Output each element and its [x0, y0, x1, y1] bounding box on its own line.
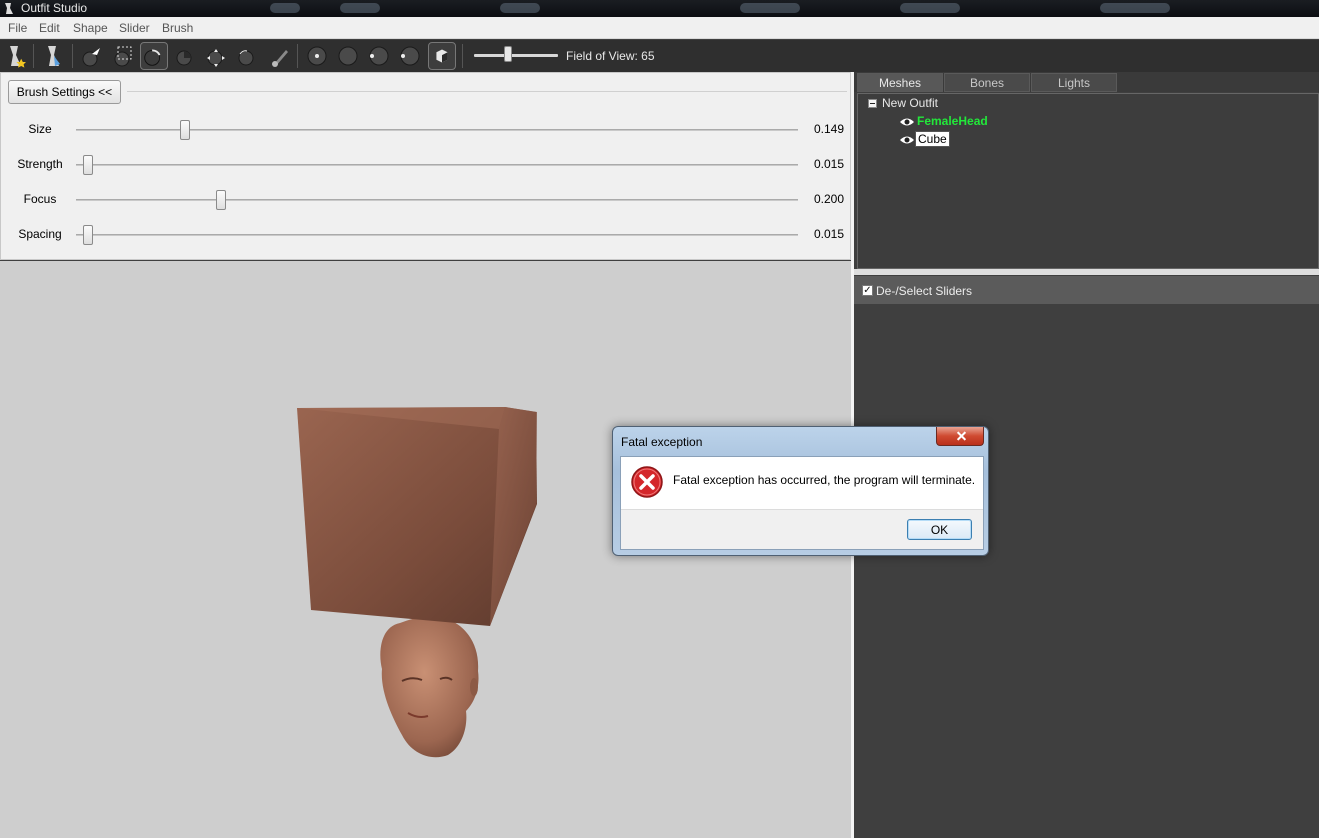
close-icon[interactable]	[936, 427, 984, 446]
fov-label: Field of View: 65	[566, 49, 655, 63]
wireframe-view-icon[interactable]	[365, 42, 393, 70]
menu-bar: File Edit Shape Slider Brush	[0, 17, 1319, 39]
textured-view-icon[interactable]	[428, 42, 456, 70]
select-sliders-checkbox[interactable]: ✓	[862, 285, 873, 296]
size-slider-row: Size 0.149	[1, 120, 850, 140]
smooth-brush-icon[interactable]	[233, 42, 261, 70]
strength-label: Strength	[17, 157, 63, 171]
dialog-title: Fatal exception	[621, 435, 703, 449]
app-icon	[5, 3, 13, 14]
spacing-slider-row: Spacing 0.015	[1, 225, 850, 245]
size-slider-thumb[interactable]	[179, 120, 190, 140]
new-project-icon[interactable]	[2, 42, 30, 70]
eye-icon[interactable]	[899, 134, 915, 146]
spacing-value: 0.015	[813, 227, 844, 241]
strength-slider-thumb[interactable]	[82, 155, 93, 175]
spacing-slider-track[interactable]	[76, 234, 798, 236]
weight-brush-icon[interactable]	[266, 42, 294, 70]
ok-button[interactable]: OK	[907, 519, 972, 540]
focus-slider-thumb[interactable]	[216, 190, 227, 210]
strength-value: 0.015	[813, 157, 844, 171]
tree-item-cube[interactable]: Cube	[915, 131, 950, 147]
tab-lights[interactable]: Lights	[1031, 73, 1117, 92]
tree-root-new-outfit[interactable]: New Outfit	[882, 96, 938, 110]
taskbar-glow	[740, 3, 800, 13]
fatal-exception-dialog: Fatal exception Fatal exception has occu…	[612, 426, 989, 556]
taskbar-glow	[270, 3, 300, 13]
mesh-tree: New Outfit FemaleHead Cube	[857, 93, 1319, 269]
deflate-brush-icon[interactable]	[171, 42, 199, 70]
menu-slider[interactable]: Slider	[119, 21, 150, 35]
menu-file[interactable]: File	[8, 21, 27, 35]
menu-shape[interactable]: Shape	[73, 21, 108, 35]
divider	[127, 91, 847, 92]
select-brush-icon[interactable]	[78, 42, 106, 70]
spacing-slider-thumb[interactable]	[82, 225, 93, 245]
collapse-toggle[interactable]	[868, 99, 877, 108]
cube-mesh	[297, 407, 537, 626]
title-bar: Outfit Studio	[0, 0, 1319, 17]
load-outfit-icon[interactable]	[40, 42, 68, 70]
taskbar-glow	[500, 3, 540, 13]
strength-slider-track[interactable]	[76, 164, 798, 166]
taskbar-glow	[900, 3, 960, 13]
focus-slider-row: Focus 0.200	[1, 190, 850, 210]
move-brush-icon[interactable]	[202, 42, 230, 70]
sliders-header: ✓ De-/Select Sliders	[854, 276, 1319, 304]
tab-bones[interactable]: Bones	[944, 73, 1030, 92]
strength-slider-row: Strength 0.015	[1, 155, 850, 175]
tab-bar: Meshes Bones Lights	[854, 72, 1319, 92]
eye-icon[interactable]	[899, 116, 915, 128]
dialog-body: Fatal exception has occurred, the progra…	[620, 456, 984, 550]
female-head-mesh	[380, 616, 479, 758]
vertex-view-icon[interactable]	[303, 42, 331, 70]
slider-list	[854, 304, 1319, 838]
dialog-message: Fatal exception has occurred, the progra…	[673, 473, 976, 487]
fov-slider-thumb[interactable]	[504, 46, 513, 62]
menu-edit[interactable]: Edit	[39, 21, 60, 35]
focus-label: Focus	[23, 192, 57, 206]
focus-value: 0.200	[813, 192, 844, 206]
focus-slider-track[interactable]	[76, 199, 798, 201]
inflate-brush-icon[interactable]	[140, 42, 168, 70]
tab-meshes[interactable]: Meshes	[857, 73, 943, 92]
window-title: Outfit Studio	[21, 1, 88, 15]
size-value: 0.149	[813, 122, 844, 136]
error-icon	[631, 466, 663, 498]
taskbar-glow	[340, 3, 380, 13]
tree-item-femalehead[interactable]: FemaleHead	[917, 114, 988, 128]
select-sliders-label: De-/Select Sliders	[876, 284, 973, 298]
shaded-view-icon[interactable]	[334, 42, 362, 70]
brush-settings-button[interactable]: Brush Settings <<	[8, 80, 121, 104]
fov-slider-track[interactable]	[474, 54, 558, 57]
taskbar-glow	[1100, 3, 1170, 13]
size-label: Size	[28, 122, 52, 136]
brush-settings-panel: Brush Settings << Size 0.149 Strength 0.…	[0, 72, 851, 260]
lighting-view-icon[interactable]	[396, 42, 424, 70]
spacing-label: Spacing	[18, 227, 62, 241]
dialog-footer: OK	[621, 509, 983, 549]
toolbar: Field of View: 65	[0, 40, 1319, 72]
mask-brush-icon[interactable]	[109, 42, 137, 70]
panel-splitter[interactable]	[854, 269, 1319, 275]
menu-brush[interactable]: Brush	[162, 21, 193, 35]
